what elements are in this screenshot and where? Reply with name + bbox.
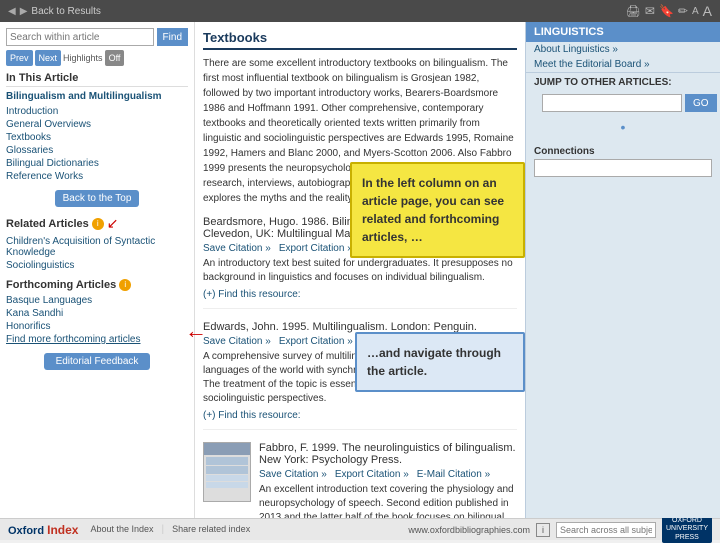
top-nav: ◀ ▶ Back to Results 🖨 ✉ 🔖 ✏ A A [0,0,720,22]
forthcoming-link-3[interactable]: Honorifics [6,321,188,332]
jump-label: JUMP TO OTHER ARTICLES: [534,77,712,88]
info-button[interactable]: i [536,523,550,537]
oxford-index-logo: Oxford Index [8,523,78,537]
nav-forward-arrow[interactable]: ▶ [20,6,28,17]
edit-icon[interactable]: ✏ [678,4,688,18]
top-nav-icons: 🖨 ✉ 🔖 ✏ A A [626,3,712,19]
entry-1-export[interactable]: Export Citation » [279,243,353,254]
nav-back-arrow[interactable]: ◀ [8,6,16,17]
bullet-dot-1: • [534,119,712,135]
content-area: Find Prev Next Highlights Off In This Ar… [0,22,720,518]
url-text: www.oxfordbibliographies.com [408,525,530,535]
sidebar-link-glossaries[interactable]: Glossaries [6,145,188,156]
related-articles-header: Related Articles i ↙ [6,215,188,232]
right-sidebar: LINGUISTICS About Linguistics » Meet the… [525,22,720,518]
sidebar-link-textbooks[interactable]: Textbooks [6,132,188,143]
entry-3: Fabbro, F. 1999. The neurolinguistics of… [203,442,517,518]
forthcoming-articles-header: Forthcoming Articles i [6,279,188,291]
forthcoming-link-2[interactable]: Kana Sandhi [6,308,188,319]
highlights-label: Highlights [63,53,103,63]
connections-section: Connections [526,142,720,181]
about-index-link[interactable]: About the Index [90,524,153,535]
entry-3-actions: Save Citation » Export Citation » E-Mail… [259,469,517,480]
callout-2-text: …and navigate through the article. [367,346,501,378]
sidebar-link-general[interactable]: General Overviews [6,119,188,130]
editorial-feedback-button[interactable]: Editorial Feedback [44,353,151,370]
entry-2-find[interactable]: (+) Find this resource: [203,410,301,421]
linguistics-header: LINGUISTICS [526,22,720,42]
search-input[interactable] [6,28,154,46]
callout-1-text: In the left column on an article page, y… [362,176,504,244]
oxford-text: Oxford [8,525,44,537]
article-title: Bilingualism and Multilingualism [6,91,188,102]
related-link-1[interactable]: Children's Acquisition of Syntactic Know… [6,236,188,258]
entry-3-desc: An excellent introduction text covering … [259,483,517,518]
jump-input[interactable] [542,94,682,112]
next-button[interactable]: Next [35,50,62,66]
share-related-link[interactable]: Share related index [172,524,250,535]
sidebar-link-bilingual-dict[interactable]: Bilingual Dictionaries [6,158,188,169]
related-articles-title: Related Articles [6,218,89,230]
callout-box-2: …and navigate through the article. [355,332,525,392]
related-info-icon: i [92,218,104,230]
forthcoming-link-1[interactable]: Basque Languages [6,295,188,306]
font-larger-icon[interactable]: A [703,3,712,19]
sidebar-link-reference[interactable]: Reference Works [6,171,188,182]
search-row: Find [6,28,188,46]
connections-label: Connections [534,146,712,157]
oxford-university-press-logo: OXFORDUNIVERSITYPRESS [662,516,712,543]
entry-3-save[interactable]: Save Citation » [259,469,327,480]
bottom-links: About the Index | Share related index [90,524,250,535]
in-this-article-title: In This Article [6,72,188,87]
entry-3-export[interactable]: Export Citation » [335,469,409,480]
entry-3-content: Fabbro, F. 1999. The neurolinguistics of… [259,442,517,518]
connections-input[interactable] [534,159,712,177]
find-more-forthcoming-link[interactable]: Find more forthcoming articles [6,334,188,345]
left-sidebar: Find Prev Next Highlights Off In This Ar… [0,22,195,518]
callout-box-1: In the left column on an article page, y… [350,162,525,258]
bottom-right: www.oxfordbibliographies.com i OXFORDUNI… [408,516,712,543]
meet-board-link[interactable]: Meet the Editorial Board » [526,57,720,72]
nav-btn-row: Prev Next Highlights Off [6,50,188,66]
entry-2-export[interactable]: Export Citation » [279,336,353,347]
related-arrow-icon: ↙ [107,215,119,232]
related-link-2[interactable]: Sociolinguistics [6,260,188,271]
entry-3-thumbnail [203,442,251,502]
prev-button[interactable]: Prev [6,50,33,66]
jump-section: JUMP TO OTHER ARTICLES: GO • [526,72,720,142]
sidebar-link-introduction[interactable]: Introduction [6,106,188,117]
entry-1-desc: An introductory text best suited for und… [203,257,517,285]
entry-1-find[interactable]: (+) Find this resource: [203,289,301,300]
center-content: Textbooks There are some excellent intro… [195,22,525,518]
bookmark-icon[interactable]: 🔖 [659,4,674,18]
forthcoming-title: Forthcoming Articles [6,279,116,291]
section-title: Textbooks [203,30,517,50]
index-text: Index [47,523,78,537]
off-button[interactable]: Off [105,50,125,66]
back-to-results-link[interactable]: Back to Results [31,6,100,17]
back-to-top-button[interactable]: Back to the Top [55,190,140,207]
entry-3-email[interactable]: E-Mail Citation » [417,469,490,480]
email-icon[interactable]: ✉ [645,4,655,18]
entry-3-title: Fabbro, F. 1999. The neurolinguistics of… [259,442,517,466]
print-icon[interactable]: 🖨 [626,4,641,18]
go-button[interactable]: GO [685,94,717,112]
find-button[interactable]: Find [157,28,188,46]
jump-row: GO [534,90,712,116]
search-all-input[interactable] [556,522,656,538]
entry-2-save[interactable]: Save Citation » [203,336,271,347]
forthcoming-info-icon: i [119,279,131,291]
font-smaller-icon[interactable]: A [692,6,699,17]
entry-1-save[interactable]: Save Citation » [203,243,271,254]
about-linguistics-link[interactable]: About Linguistics » [526,42,720,57]
bottom-bar: Oxford Index About the Index | Share rel… [0,518,720,540]
